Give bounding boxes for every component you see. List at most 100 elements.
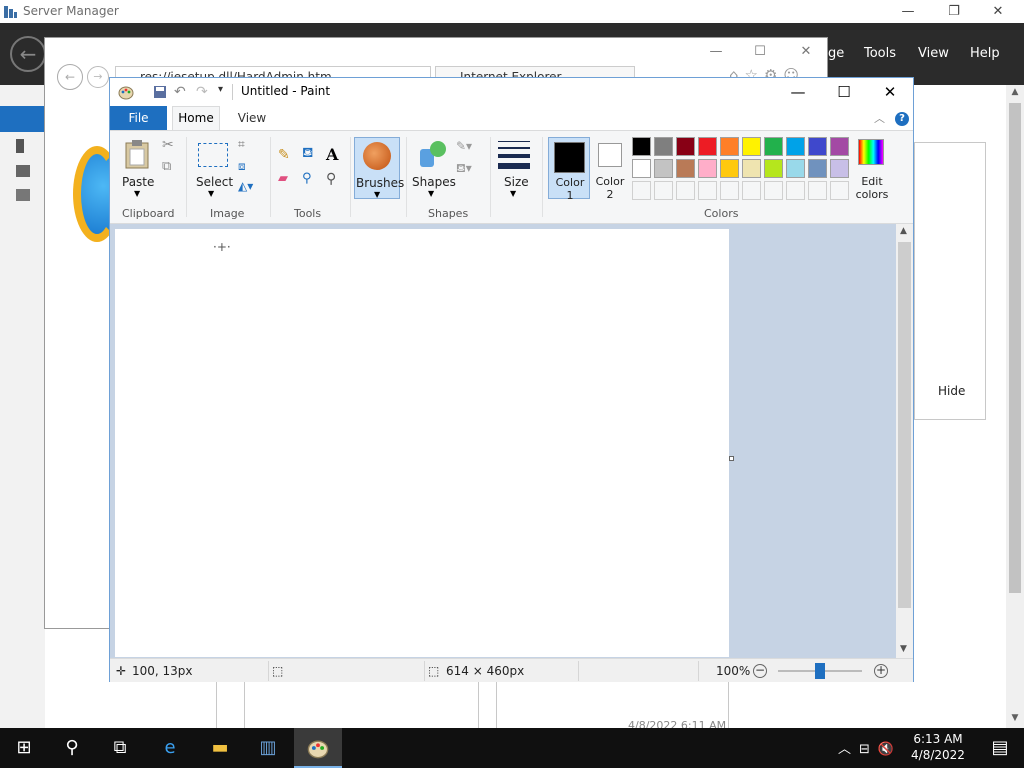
shapes-dropdown-icon[interactable]: ▼ — [428, 189, 434, 198]
close-button[interactable]: ✕ — [986, 2, 1010, 22]
palette-swatch[interactable] — [676, 137, 695, 156]
palette-swatch[interactable] — [698, 137, 717, 156]
palette-swatch[interactable] — [764, 159, 783, 178]
paint-taskbar-button[interactable] — [294, 728, 342, 768]
palette-swatch[interactable] — [830, 137, 849, 156]
color1-button[interactable]: Color 1 — [548, 137, 590, 202]
size-dropdown-icon[interactable]: ▼ — [510, 189, 516, 198]
system-tray-icons[interactable]: ︿⊟🔇 — [838, 738, 902, 757]
tab-view[interactable]: View — [232, 106, 272, 130]
menu-manage[interactable]: ge — [828, 46, 844, 61]
palette-swatch[interactable] — [698, 159, 717, 178]
menu-view[interactable]: View — [918, 46, 949, 61]
help-icon[interactable]: ? — [895, 112, 909, 126]
search-icon[interactable]: ⚲ — [48, 728, 96, 768]
custom-swatch[interactable] — [786, 181, 805, 200]
collapse-ribbon-icon[interactable]: ︿ — [874, 110, 885, 126]
tab-home[interactable]: Home — [172, 106, 220, 130]
custom-swatch[interactable] — [764, 181, 783, 200]
palette-swatch[interactable] — [764, 137, 783, 156]
edit-colors-icon[interactable] — [858, 139, 884, 165]
ie-back-icon[interactable]: ← — [57, 64, 83, 90]
palette-swatch[interactable] — [654, 159, 673, 178]
text-icon[interactable]: A — [326, 145, 344, 164]
custom-swatch[interactable] — [720, 181, 739, 200]
color2-label[interactable]: Color 2 — [592, 175, 628, 201]
palette-swatch[interactable] — [786, 159, 805, 178]
palette-swatch[interactable] — [742, 159, 761, 178]
palette-swatch[interactable] — [654, 137, 673, 156]
restore-button[interactable]: ❐ — [942, 2, 966, 22]
scroll-thumb[interactable] — [1009, 103, 1021, 593]
hide-link[interactable]: Hide — [938, 384, 965, 398]
back-arrow-icon[interactable]: ← — [10, 36, 46, 72]
ie-maximize-button[interactable]: ☐ — [747, 44, 773, 62]
palette-swatch[interactable] — [632, 137, 651, 156]
size-label[interactable]: Size — [504, 175, 529, 189]
file-explorer-icon[interactable]: ▬ — [196, 728, 244, 768]
paste-label[interactable]: Paste — [122, 175, 154, 189]
custom-swatch[interactable] — [698, 181, 717, 200]
select-icon[interactable] — [198, 143, 228, 167]
brushes-button[interactable]: Brushes ▼ — [354, 137, 404, 199]
color-picker-icon[interactable]: ⚲ — [302, 171, 320, 189]
paint-close-button[interactable]: ✕ — [870, 82, 910, 102]
scroll-down-icon[interactable]: ▼ — [900, 644, 907, 654]
fill-icon[interactable]: ⛾ — [302, 145, 320, 163]
palette-swatch[interactable] — [808, 159, 827, 178]
magnifier-icon[interactable]: ⚲ — [326, 171, 344, 189]
menu-help[interactable]: Help — [970, 46, 1000, 61]
palette-swatch[interactable] — [720, 159, 739, 178]
redo-icon[interactable]: ↷ — [196, 84, 212, 100]
palette-swatch[interactable] — [808, 137, 827, 156]
task-view-icon[interactable]: ⧉ — [96, 728, 144, 768]
save-icon[interactable] — [152, 84, 168, 100]
server-manager-scrollbar[interactable]: ▲ ▼ — [1006, 85, 1024, 728]
palette-swatch[interactable] — [830, 159, 849, 178]
scroll-up-icon[interactable]: ▲ — [1009, 87, 1021, 99]
ie-minimize-button[interactable]: — — [703, 44, 729, 62]
size-icon[interactable] — [498, 141, 530, 169]
palette-swatch[interactable] — [786, 137, 805, 156]
custom-swatch[interactable] — [654, 181, 673, 200]
paste-dropdown-icon[interactable]: ▼ — [134, 189, 140, 198]
server-manager-taskbar-icon[interactable]: ▥ — [244, 728, 292, 768]
scroll-thumb[interactable] — [898, 242, 911, 608]
custom-swatch[interactable] — [676, 181, 695, 200]
zoom-in-icon[interactable]: + — [874, 664, 888, 678]
internet-explorer-icon[interactable]: e — [146, 728, 194, 768]
eraser-icon[interactable]: ▰ — [278, 171, 296, 189]
palette-swatch[interactable] — [676, 159, 695, 178]
paint-minimize-button[interactable]: — — [778, 82, 818, 102]
minimize-button[interactable]: — — [896, 2, 920, 22]
cut-icon[interactable]: ✂ — [162, 137, 174, 153]
rotate-icon[interactable]: ◭▾ — [238, 179, 253, 193]
palette-swatch[interactable] — [742, 137, 761, 156]
shapes-icon[interactable] — [416, 139, 448, 169]
pencil-icon[interactable]: ✎ — [278, 147, 296, 165]
copy-icon[interactable]: ⧉ — [162, 159, 171, 174]
paint-app-icon[interactable] — [118, 84, 134, 100]
undo-icon[interactable]: ↶ — [174, 84, 190, 100]
select-label[interactable]: Select — [196, 175, 233, 189]
taskbar-clock[interactable]: 6:13 AM 4/8/2022 — [900, 731, 976, 763]
zoom-slider-thumb[interactable] — [815, 663, 825, 679]
canvas-resize-handle[interactable] — [729, 456, 734, 461]
notification-icon[interactable]: ▤ — [976, 728, 1024, 768]
resize-icon[interactable]: ⧈ — [238, 159, 246, 174]
sidebar-item-dashboard[interactable] — [0, 106, 45, 132]
outline-icon[interactable]: ✎▾ — [456, 139, 472, 153]
paint-maximize-button[interactable]: ☐ — [824, 82, 864, 102]
zoom-out-icon[interactable]: − — [753, 664, 767, 678]
start-windows-icon[interactable]: ⊞ — [0, 728, 48, 768]
crop-icon[interactable]: ⌗ — [238, 137, 245, 152]
color2-swatch[interactable] — [598, 143, 622, 167]
drawing-canvas[interactable]: ·+· — [115, 229, 729, 657]
paste-icon[interactable] — [124, 139, 150, 169]
edit-colors-label[interactable]: Edit colors — [850, 175, 894, 201]
ie-forward-icon[interactable]: → — [87, 66, 109, 88]
scroll-down-icon[interactable]: ▼ — [1009, 713, 1021, 725]
palette-swatch[interactable] — [632, 159, 651, 178]
custom-swatch[interactable] — [632, 181, 651, 200]
custom-swatch[interactable] — [742, 181, 761, 200]
